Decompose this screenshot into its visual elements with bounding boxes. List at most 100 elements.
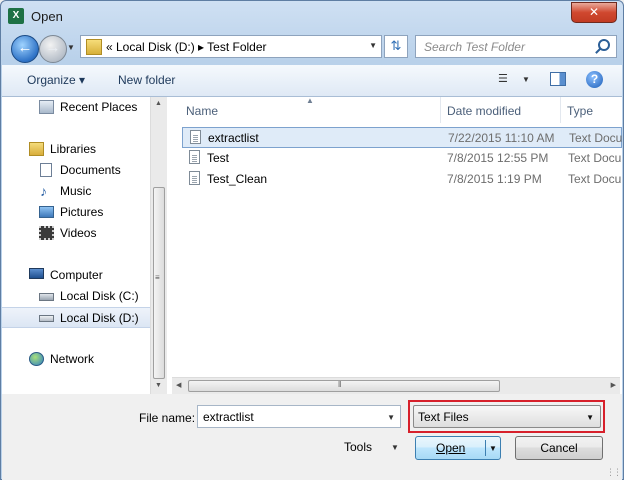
forward-button[interactable]: → [39,35,67,63]
cancel-button-label: Cancel [540,441,578,455]
file-row-extractlist[interactable]: extractlist 7/22/2015 11:10 AM Text Docu [182,127,622,148]
file-name-value[interactable]: extractlist [203,410,254,424]
sidebar-item-recent-places[interactable]: Recent Places [2,97,150,118]
column-header-name[interactable]: Name [186,97,440,125]
file-name-field[interactable]: extractlist ▼ [197,405,401,428]
file-date-modified: 7/8/2015 12:55 PM [447,151,549,165]
address-dropdown-icon[interactable]: ▼ [369,41,377,50]
organize-button[interactable]: Organize ▾ [27,73,85,87]
sidebar-item-local-disk-c[interactable]: Local Disk (C:) [2,286,150,307]
search-icon[interactable] [598,39,610,51]
sidebar-item-computer[interactable]: Computer [2,265,150,286]
split-button-divider [485,440,486,456]
address-path[interactable]: « Local Disk (D:) ▸ Test Folder [106,40,267,54]
sidebar-item-label: Computer [50,268,103,282]
filter-dropdown-icon[interactable]: ▼ [586,413,594,422]
documents-icon [40,163,52,177]
preview-pane-icon[interactable] [550,72,566,86]
search-input[interactable]: Search Test Folder [415,35,617,58]
navigation-pane-scrollbar[interactable]: ▲ ≡ ▼ [150,97,167,394]
scrollbar-grip-icon: ‖ [338,380,341,389]
sidebar-item-label: Music [60,184,92,198]
network-icon [29,352,44,366]
help-icon[interactable]: ? [586,71,603,88]
drive-d-icon [39,315,54,322]
sidebar-item-music[interactable]: ♪ Music [2,181,150,202]
navigation-bar: ← → ▼ « Local Disk (D:) ▸ Test Folder ▼ … [1,31,623,63]
window-title: Open [31,9,63,24]
sidebar-item-libraries[interactable]: Libraries [2,139,150,160]
sidebar-item-pictures[interactable]: Pictures [2,202,150,223]
file-type: Text Docu [568,151,622,165]
text-file-icon [190,130,201,144]
address-bar[interactable]: « Local Disk (D:) ▸ Test Folder ▼ [80,35,382,58]
sidebar-item-documents[interactable]: Documents [2,160,150,181]
file-type: Text Docu [569,131,623,145]
back-button[interactable]: ← [11,35,39,63]
column-divider[interactable] [440,97,441,123]
file-name: Test_Clean [207,172,268,186]
scroll-left-arrow-icon[interactable]: ◀ [176,381,181,389]
file-row-test[interactable]: Test 7/8/2015 12:55 PM Text Docu [182,148,622,169]
sidebar-item-label: Pictures [60,205,104,219]
command-toolbar: Organize ▾ New folder ☰ ▼ ? [2,65,622,97]
sidebar-item-label: Local Disk (C:) [60,289,139,303]
scroll-right-arrow-icon[interactable]: ▶ [611,381,616,389]
file-type: Text Docu [568,172,622,186]
file-type-filter-value: Text Files [418,410,469,424]
file-name-label: File name: [139,411,196,425]
column-header-date-modified[interactable]: Date modified [447,97,559,125]
libraries-icon [29,142,44,156]
view-options-dropdown-icon[interactable]: ▼ [522,75,530,84]
music-icon: ♪ [40,183,47,199]
sidebar-item-label: Local Disk (D:) [60,311,139,325]
sidebar-item-network[interactable]: Network [2,349,150,370]
file-date-modified: 7/22/2015 11:10 AM [448,131,555,145]
scroll-down-arrow-icon[interactable]: ▼ [155,382,162,389]
sidebar-item-label: Libraries [50,142,97,156]
sidebar-item-label: Network [50,352,95,366]
videos-icon [39,226,54,240]
file-name: Test [207,151,230,165]
file-name-dropdown-icon[interactable]: ▼ [387,413,395,422]
file-type-filter-select[interactable]: Text Files ▼ [413,405,601,428]
sidebar-item-label: Videos [60,226,97,240]
refresh-button[interactable]: ⇅ [384,35,408,58]
search-placeholder: Search Test Folder [424,40,525,54]
recent-locations-dropdown-icon[interactable]: ▼ [67,43,75,52]
folder-icon [86,39,102,55]
close-button[interactable]: ✕ [571,2,617,23]
file-list-horizontal-scrollbar[interactable]: ◀ ‖ ▶ [172,377,620,394]
new-folder-button[interactable]: New folder [118,73,175,87]
sidebar-item-videos[interactable]: Videos [2,223,150,244]
tools-dropdown-icon[interactable]: ▼ [391,443,399,452]
change-view-icon[interactable]: ☰ [498,73,512,85]
recent-places-icon [39,100,54,114]
open-button-label: Open [436,441,466,455]
scrollbar-thumb[interactable] [153,187,165,379]
open-options-dropdown-icon[interactable]: ▼ [489,444,497,453]
text-file-icon [189,171,200,185]
sidebar-item-label: Recent Places [60,100,138,114]
sidebar-item-local-disk-d[interactable]: Local Disk (D:) [2,307,150,328]
sidebar-item-label: Documents [60,163,121,177]
tools-menu-button[interactable]: Tools [344,440,372,454]
resize-grip-icon[interactable]: ⋮⋮ [606,467,622,478]
scroll-up-arrow-icon[interactable]: ▲ [155,100,162,107]
file-list: ▲ Name Date modified Type extractlist 7/… [168,96,622,394]
open-dialog: X Open ✕ ← → ▼ « Local Disk (D:) ▸ Test … [0,0,624,480]
dialog-footer: File name: extractlist ▼ Text Files ▼ To… [2,394,622,480]
open-button[interactable]: Open ▼ [415,436,501,460]
scrollbar-grip-icon: ≡ [155,273,160,282]
column-header-type[interactable]: Type [567,97,621,125]
file-row-test-clean[interactable]: Test_Clean 7/8/2015 1:19 PM Text Docu [182,169,622,190]
navigation-pane: Recent Places Libraries Documents ♪ Musi… [2,97,151,394]
column-divider[interactable] [560,97,561,123]
computer-icon [29,268,44,279]
excel-app-icon: X [8,8,24,24]
browser-content: Recent Places Libraries Documents ♪ Musi… [2,96,622,394]
title-bar: X Open ✕ [1,1,623,31]
cancel-button[interactable]: Cancel [515,436,603,460]
file-name: extractlist [208,131,259,145]
scrollbar-thumb[interactable] [188,380,500,392]
